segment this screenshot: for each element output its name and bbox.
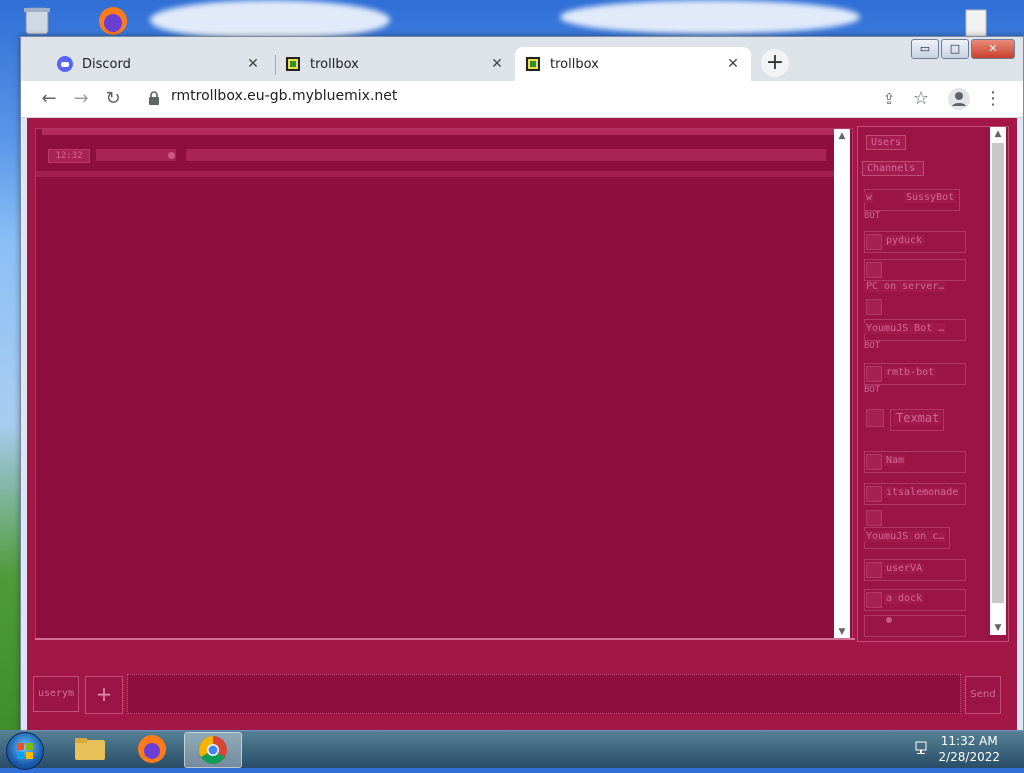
chat-header-band [42, 129, 848, 135]
user-name: SussyBot [904, 192, 957, 203]
message-time: 12:32 [48, 149, 90, 163]
message-author[interactable] [96, 149, 176, 161]
tab-title: trollbox [550, 56, 599, 72]
users-tab-button[interactable]: Users [866, 135, 907, 150]
tab-trollbox[interactable]: trollbox ✕ [277, 47, 515, 81]
firefox-icon [138, 735, 166, 763]
lock-icon[interactable] [147, 90, 161, 106]
browser-toolbar: ← → ↻ rmtrollbox.eu-gb.mybluemix.net ⇪ ☆… [21, 81, 1023, 118]
start-button[interactable] [6, 732, 44, 770]
user-item-frame [864, 615, 966, 637]
scrollbar-thumb[interactable] [992, 143, 1004, 603]
user-name: Nam [884, 455, 907, 466]
taskbar-explorer[interactable] [62, 732, 118, 766]
avatar [866, 454, 882, 470]
avatar [866, 510, 882, 526]
status-dot-icon [886, 617, 892, 623]
username-field[interactable]: userym [33, 676, 79, 712]
address-bar[interactable]: rmtrollbox.eu-gb.mybluemix.net [171, 88, 397, 104]
user-name: YoumuJS on c… [864, 531, 947, 542]
bot-badge: BOT [864, 341, 881, 351]
message-input[interactable] [127, 674, 961, 714]
avatar [866, 234, 882, 250]
forward-icon[interactable]: → [69, 87, 93, 111]
taskbar: 11:32 AM 2/28/2022 [0, 730, 1024, 770]
user-name: pyduck [884, 235, 925, 246]
discord-icon [57, 56, 73, 72]
close-tab-icon[interactable]: ✕ [725, 56, 741, 72]
firefox-desktop-icon[interactable] [96, 4, 130, 38]
chat-panel: 12:32 ▲ ▼ [35, 128, 853, 640]
message-text [186, 149, 826, 161]
maximize-button[interactable]: □ [941, 39, 969, 59]
status-dot-icon [168, 152, 175, 159]
chat-message-row: 12:32 [42, 149, 832, 163]
user-name: PC on server… [864, 281, 947, 292]
tab-strip: Discord ✕ trollbox ✕ trollbox ✕ + ▭ □ ✕ [21, 37, 1023, 81]
scroll-down-icon[interactable]: ▼ [834, 625, 850, 639]
sidebar-scrollbar[interactable]: ▲ ▼ [990, 127, 1006, 635]
scroll-up-icon[interactable]: ▲ [834, 129, 850, 143]
avatar [866, 486, 882, 502]
trollbox-icon [286, 57, 300, 71]
desktop-wallpaper-cloud [560, 0, 860, 34]
tab-trollbox-active[interactable]: trollbox ✕ [515, 47, 751, 81]
taskbar-firefox[interactable] [124, 732, 180, 766]
avatar [866, 366, 882, 382]
new-tab-button[interactable]: + [761, 49, 789, 77]
scroll-down-icon[interactable]: ▼ [990, 621, 1006, 635]
avatar [866, 592, 882, 608]
close-tab-icon[interactable]: ✕ [245, 56, 261, 72]
chat-row-band [36, 171, 836, 177]
scroll-up-icon[interactable]: ▲ [990, 127, 1006, 141]
message-composer: userym + Send [27, 662, 1017, 722]
avatar [866, 262, 882, 278]
back-icon[interactable]: ← [37, 87, 61, 111]
network-icon[interactable] [914, 740, 930, 756]
desktop-wallpaper-cloud [150, 0, 390, 40]
user-prefix: w [864, 192, 875, 203]
browser-window: Discord ✕ trollbox ✕ trollbox ✕ + ▭ □ ✕ … [20, 36, 1024, 732]
tab-title: Discord [82, 56, 131, 72]
clock-date: 2/28/2022 [938, 750, 1000, 764]
add-button[interactable]: + [85, 676, 123, 714]
user-name: userVA [884, 563, 925, 574]
panel-divider [35, 638, 855, 640]
system-clock[interactable]: 11:32 AM 2/28/2022 [938, 733, 1000, 765]
reload-icon[interactable]: ↻ [101, 87, 125, 111]
user-name: itsalemonade [884, 487, 961, 498]
menu-kebab-icon[interactable]: ⋮ [981, 87, 1005, 111]
bookmark-star-icon[interactable]: ☆ [909, 87, 933, 111]
bot-badge: BOT [864, 211, 881, 221]
avatar [866, 562, 882, 578]
bot-badge: BOT [864, 385, 881, 395]
tab-separator [275, 55, 276, 75]
close-button[interactable]: ✕ [971, 39, 1015, 59]
chrome-icon [199, 736, 227, 764]
trollbox-icon [526, 57, 540, 71]
trollbox-page: 12:32 ▲ ▼ Users Channels w SussyBot BOT [27, 118, 1017, 730]
window-controls: ▭ □ ✕ [911, 39, 1015, 59]
send-button[interactable]: Send [965, 676, 1001, 714]
profile-icon[interactable] [947, 87, 971, 111]
recycle-bin-icon[interactable] [20, 4, 54, 38]
channels-tab-button[interactable]: Channels [862, 161, 924, 176]
user-name: a dock [884, 593, 925, 604]
minimize-button[interactable]: ▭ [911, 39, 939, 59]
user-name: YoumuJS Bot … [864, 323, 947, 334]
windows-logo-icon [17, 743, 33, 759]
close-tab-icon[interactable]: ✕ [489, 56, 505, 72]
folder-icon [75, 738, 105, 760]
user-name: Texmat [894, 411, 942, 425]
users-sidebar: Users Channels w SussyBot BOT pyduck PC … [857, 126, 1009, 642]
tab-discord[interactable]: Discord ✕ [31, 47, 271, 81]
user-name: rmtb-bot [884, 367, 937, 378]
clock-time: 11:32 AM [940, 734, 998, 748]
taskbar-chrome[interactable] [184, 732, 242, 768]
avatar [866, 299, 882, 315]
share-icon[interactable]: ⇪ [877, 87, 901, 111]
chat-scrollbar[interactable]: ▲ ▼ [834, 129, 850, 639]
avatar [866, 409, 884, 427]
tab-title: trollbox [310, 56, 359, 72]
